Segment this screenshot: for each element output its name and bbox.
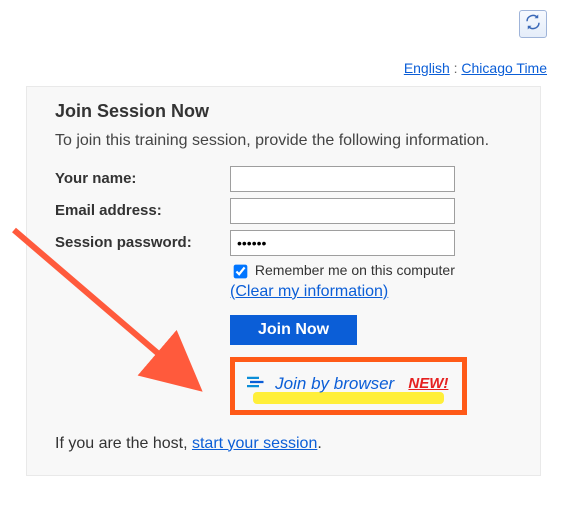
refresh-icon	[524, 13, 542, 35]
join-browser-callout: Join by browser NEW!	[230, 357, 467, 415]
join-browser-icon	[247, 375, 265, 393]
remember-text: Remember me on this computer	[255, 262, 455, 278]
panel-title: Join Session Now	[55, 101, 512, 122]
join-by-browser-link[interactable]: Join by browser	[275, 374, 394, 393]
name-input[interactable]	[230, 166, 455, 192]
new-badge: NEW!	[408, 375, 448, 392]
timezone-link[interactable]: Chicago Time	[461, 60, 547, 76]
separator: :	[454, 60, 458, 76]
start-session-link[interactable]: start your session	[192, 435, 317, 452]
remember-checkbox[interactable]	[234, 264, 248, 278]
panel-intro: To join this training session, provide t…	[55, 130, 512, 152]
join-now-button[interactable]: Join Now	[230, 315, 357, 345]
password-input[interactable]	[230, 230, 455, 256]
email-label: Email address:	[55, 202, 230, 219]
language-link[interactable]: English	[404, 60, 450, 76]
host-suffix: .	[317, 435, 321, 452]
email-input[interactable]	[230, 198, 455, 224]
clear-info-link[interactable]: (Clear my information)	[230, 283, 512, 301]
name-label: Your name:	[55, 170, 230, 187]
refresh-button[interactable]	[519, 10, 547, 38]
host-prefix: If you are the host,	[55, 435, 192, 452]
remember-label[interactable]: Remember me on this computer	[230, 262, 455, 278]
join-panel: Join Session Now To join this training s…	[26, 86, 541, 476]
password-label: Session password:	[55, 234, 230, 251]
